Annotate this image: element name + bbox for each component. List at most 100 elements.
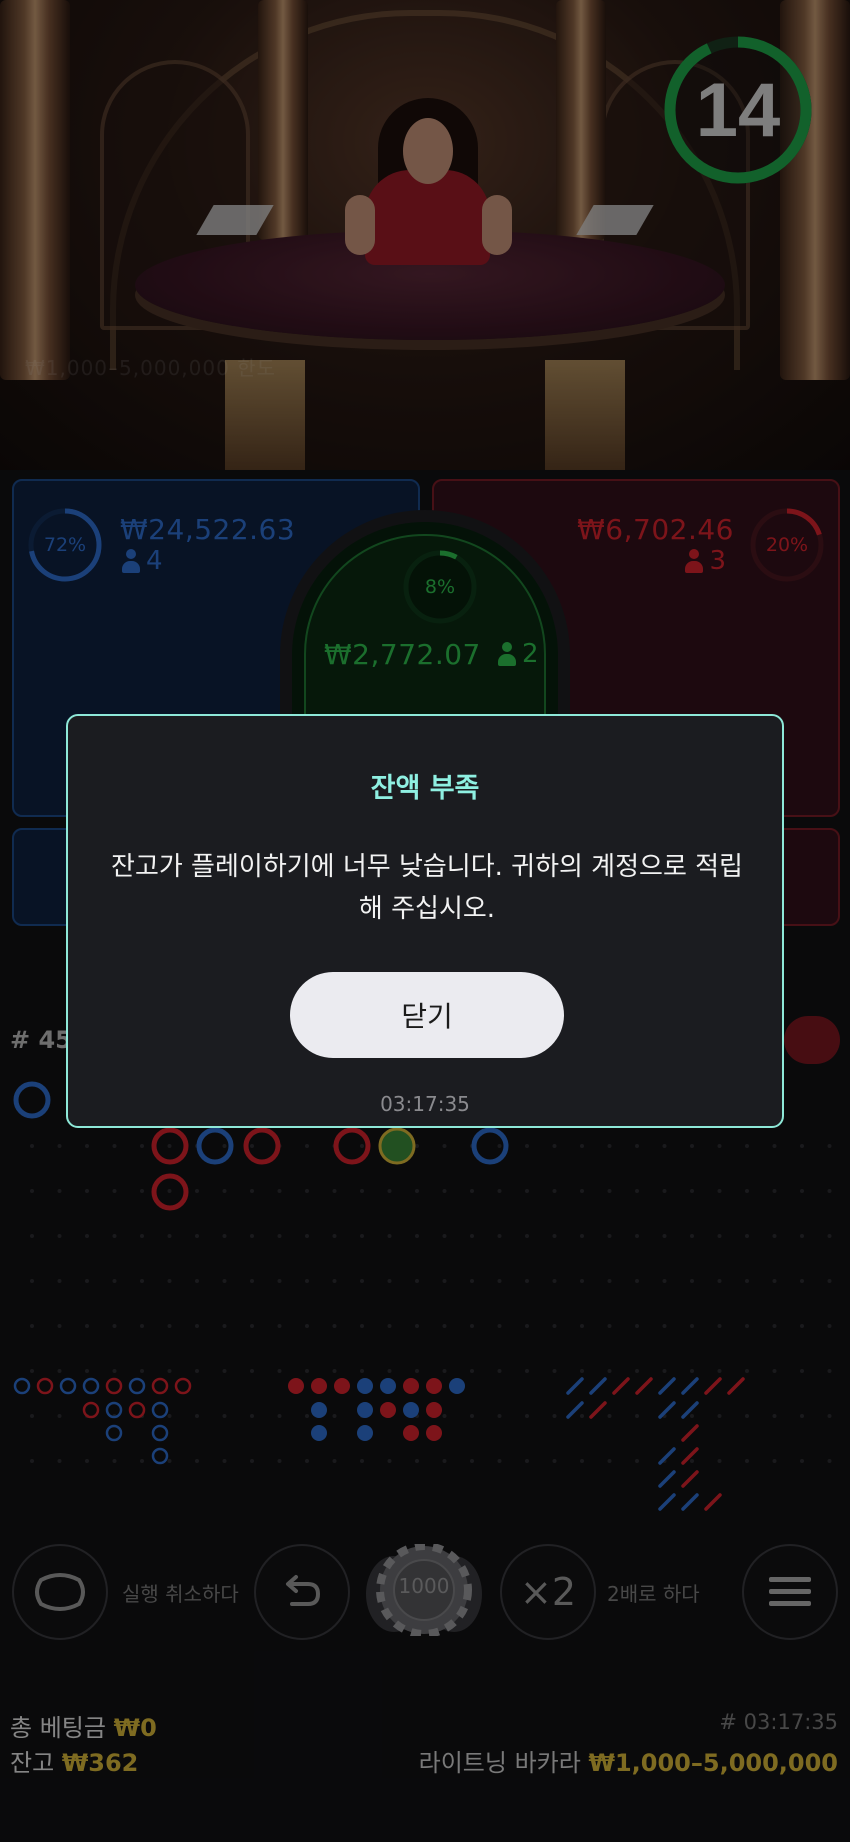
grid-dot (222, 1459, 227, 1463)
lightning-marker (378, 1127, 416, 1165)
grid-dot (332, 1459, 337, 1463)
pillar-left-outer (0, 0, 70, 380)
grid-dot (525, 1414, 529, 1418)
grid-dot (57, 1459, 62, 1463)
grid-dot (250, 1234, 254, 1238)
grid-dot (470, 1414, 474, 1418)
grid-dot (167, 1189, 172, 1193)
bead-road-marker (82, 1401, 100, 1419)
grid-dot (717, 1234, 722, 1238)
grid-dot (580, 1369, 584, 1373)
dialog-title: 잔액 부족 (370, 773, 480, 804)
tie-bettor-count-value: 2 (522, 639, 539, 669)
grid-dot (827, 1369, 832, 1373)
double-button[interactable]: ×2 (500, 1544, 596, 1640)
chip-selector[interactable]: 1000 (362, 1542, 486, 1638)
grid-dot (387, 1324, 392, 1328)
chip-value: 1000 (398, 1574, 450, 1598)
cockroach-road-marker (658, 1377, 676, 1395)
grid-dot (112, 1369, 117, 1373)
grid-dot (57, 1279, 62, 1283)
tie-percent: 8% (424, 576, 456, 598)
grid-dot (195, 1414, 199, 1418)
banker-percent: 20% (765, 534, 809, 556)
table-shape-icon (35, 1573, 85, 1611)
grid-dot (442, 1459, 447, 1463)
grid-dot (30, 1324, 34, 1328)
tie-bettor-count: 2 (498, 639, 539, 669)
grid-dot (607, 1459, 612, 1463)
close-button[interactable]: 닫기 (290, 972, 564, 1058)
grid-dot (85, 1324, 89, 1328)
grid-dot (112, 1279, 117, 1283)
total-bet-value: ₩0 (113, 1714, 157, 1742)
grid-dot (552, 1279, 557, 1283)
banker-bettor-count: 3 (685, 546, 726, 576)
grid-dot (140, 1279, 144, 1283)
bead-road-marker (151, 1377, 169, 1395)
grid-dot (497, 1324, 502, 1328)
grid-dot (387, 1459, 392, 1463)
undo-button[interactable] (254, 1544, 350, 1640)
grid-dot (580, 1189, 584, 1193)
grid-dot (442, 1234, 447, 1238)
grid-dot (415, 1369, 419, 1373)
grid-dot (470, 1324, 474, 1328)
grid-dot (167, 1459, 172, 1463)
bead-road-marker (151, 1424, 169, 1442)
grid-dot (800, 1189, 804, 1193)
grid-dot (497, 1459, 502, 1463)
grid-dot (552, 1414, 557, 1418)
player-percent: 72% (43, 534, 87, 556)
grid-dot (305, 1189, 309, 1193)
grid-dot (250, 1279, 254, 1283)
game-info[interactable]: 라이트닝 바카라 ₩1,000–5,000,000 (419, 1743, 838, 1778)
grid-dot (635, 1414, 639, 1418)
grid-dot (140, 1324, 144, 1328)
grid-dot (222, 1234, 227, 1238)
grid-dot (635, 1369, 639, 1373)
grid-dot (30, 1234, 34, 1238)
grid-dot (305, 1234, 309, 1238)
grid-dot (690, 1189, 694, 1193)
grid-dot (222, 1369, 227, 1373)
grid-dot (195, 1234, 199, 1238)
big-eye-road-marker (403, 1378, 419, 1394)
grid-dot (85, 1279, 89, 1283)
dealer (365, 170, 490, 265)
round-id: # 03:17:35 (719, 1710, 838, 1734)
grid-dot (277, 1414, 282, 1418)
grid-dot (497, 1189, 502, 1193)
grid-dot (332, 1414, 337, 1418)
grid-dot (635, 1234, 639, 1238)
grid-dot (30, 1459, 34, 1463)
grid-dot (85, 1459, 89, 1463)
grid-dot (277, 1279, 282, 1283)
bead-road-marker (82, 1377, 100, 1395)
grid-dot (525, 1369, 529, 1373)
grid-dot (167, 1234, 172, 1238)
grid-dot (552, 1144, 557, 1148)
grid-dot (112, 1324, 117, 1328)
grid-dot (222, 1189, 227, 1193)
grid-dot (415, 1189, 419, 1193)
big-eye-road-marker (311, 1425, 327, 1441)
grid-dot (690, 1144, 694, 1148)
total-bet-label: 총 베팅금 (10, 1714, 106, 1742)
player-total-amount: ₩24,522.63 (120, 513, 296, 546)
grid-dot (662, 1324, 667, 1328)
grid-dot (635, 1279, 639, 1283)
grid-dot (442, 1189, 447, 1193)
timer-value: 14 (695, 67, 781, 153)
grid-dot (662, 1144, 667, 1148)
bead-road-marker (36, 1377, 54, 1395)
grid-dot (442, 1279, 447, 1283)
grid-dot (470, 1279, 474, 1283)
grid-dot (525, 1279, 529, 1283)
grid-dot (442, 1414, 447, 1418)
grid-dot (305, 1324, 309, 1328)
grid-dot (277, 1324, 282, 1328)
table-view-button[interactable] (12, 1544, 108, 1640)
grid-dot (57, 1234, 62, 1238)
menu-button[interactable] (742, 1544, 838, 1640)
